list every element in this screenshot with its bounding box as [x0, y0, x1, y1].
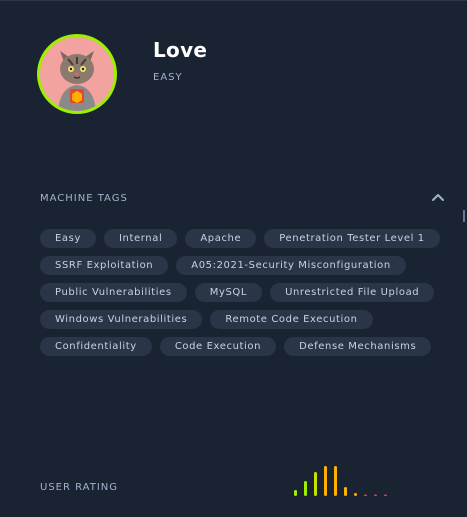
rating-bar [374, 494, 377, 496]
scrollbar-thumb[interactable] [463, 210, 465, 222]
rating-bar [314, 472, 317, 496]
rating-bar [354, 493, 357, 496]
machine-tags-list: Easy Internal Apache Penetration Tester … [40, 229, 440, 356]
tag[interactable]: Windows Vulnerabilities [40, 310, 203, 329]
user-rating-chart [294, 466, 387, 496]
top-divider [0, 0, 467, 1]
tag[interactable]: Unrestricted File Upload [270, 283, 435, 302]
tag[interactable]: A05:2021-Security Misconfiguration [176, 256, 406, 275]
machine-name: Love [153, 38, 208, 62]
tag[interactable]: Defense Mechanisms [284, 337, 432, 356]
machine-avatar [37, 34, 117, 114]
tag[interactable]: Public Vulnerabilities [40, 283, 187, 302]
tag[interactable]: Internal [103, 229, 178, 248]
tag[interactable]: Remote Code Execution [210, 310, 373, 329]
rating-bar [344, 487, 347, 496]
cat-avatar-icon [40, 37, 114, 111]
tag[interactable]: Code Execution [159, 337, 277, 356]
rating-bar [304, 481, 307, 496]
rating-bar [324, 466, 327, 496]
chevron-up-icon[interactable] [431, 192, 445, 202]
machine-tags-label: MACHINE TAGS [40, 193, 128, 204]
tag[interactable]: Easy [40, 229, 96, 248]
user-rating-label: USER RATING [40, 482, 119, 493]
rating-bar [364, 494, 367, 496]
tag[interactable]: Apache [185, 229, 257, 248]
machine-difficulty: EASY [153, 72, 183, 83]
tag[interactable]: Confidentiality [40, 337, 152, 356]
rating-bar [384, 494, 387, 496]
tag[interactable]: SSRF Exploitation [40, 256, 169, 275]
tag[interactable]: Penetration Tester Level 1 [264, 229, 440, 248]
tag[interactable]: MySQL [194, 283, 263, 302]
rating-bar [334, 466, 337, 496]
rating-bar [294, 490, 297, 496]
